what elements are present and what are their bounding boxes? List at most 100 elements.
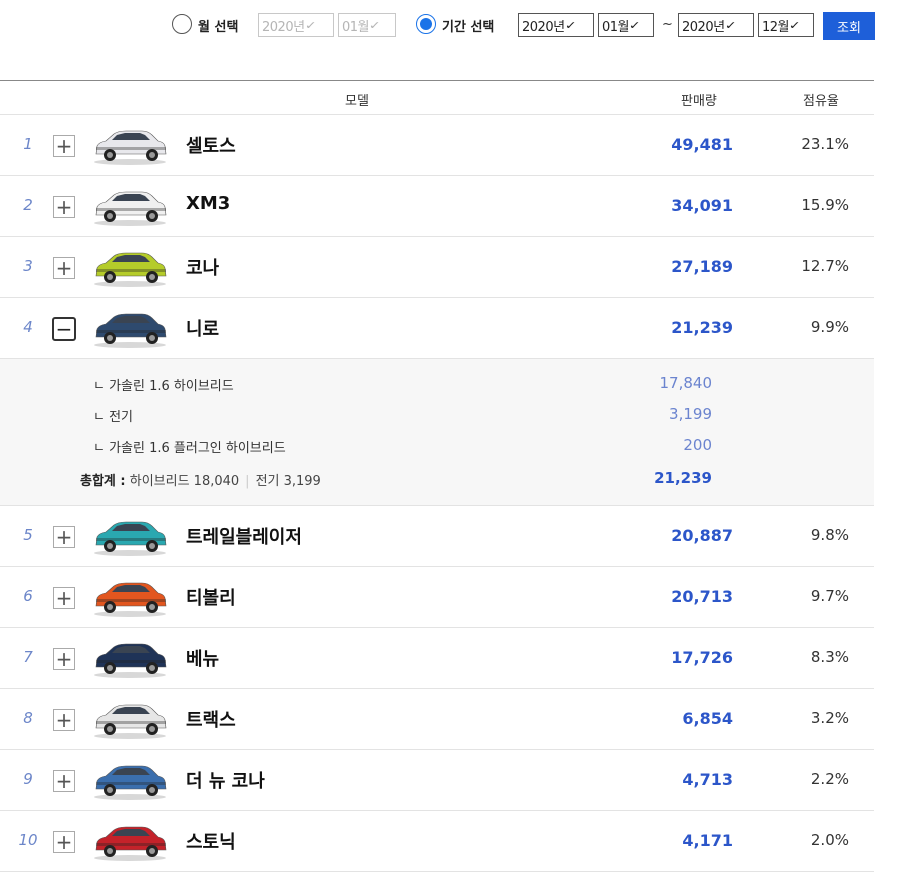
detail-item-value: 17,840 [659, 374, 713, 392]
sales-count: 27,189 [671, 257, 733, 276]
car-thumbnail [90, 821, 170, 861]
month-select-radio[interactable] [172, 14, 192, 34]
table-row: 3 + 코나 27,189 12.7% [0, 237, 874, 298]
model-name[interactable]: 니로 [186, 315, 219, 341]
table-row: 2 + XM3 34,091 15.9% [0, 176, 874, 237]
rank-number: 4 [23, 318, 33, 336]
expand-icon[interactable]: + [53, 526, 75, 548]
period-select-radio[interactable] [416, 14, 436, 34]
table-row: 8 + 트랙스 6,854 3.2% [0, 689, 874, 750]
sales-count: 34,091 [671, 196, 733, 215]
from-year-select[interactable]: 2020년 ✓ [518, 13, 594, 37]
rank-number: 8 [23, 709, 33, 727]
car-thumbnail [90, 247, 170, 287]
table-row: 5 + 트레일블레이저 20,887 9.8% [0, 506, 874, 567]
month-year-select[interactable]: 2020년 ✓ [258, 13, 334, 37]
sales-count: 20,887 [671, 526, 733, 545]
market-share: 9.7% [810, 587, 849, 605]
table-body: 1 + 셀토스 49,481 23.1% 2 + XM3 34,091 15.9% 3 + 코나 27,1… [0, 115, 874, 872]
summary-hybrid: 하이브리드 18,040 [129, 474, 240, 489]
from-month-select[interactable]: 01월 ✓ [598, 13, 654, 37]
rank-number: 6 [23, 587, 33, 605]
rank-number: 10 [18, 831, 38, 849]
from-year-value: 2020년 [522, 19, 565, 35]
market-share: 9.9% [810, 318, 849, 336]
rank-number: 5 [23, 526, 33, 544]
car-thumbnail [90, 516, 170, 556]
model-name[interactable]: 코나 [186, 254, 219, 280]
expand-icon[interactable]: + [53, 648, 75, 670]
table-row: 4 − 니로 21,239 9.9% [0, 298, 874, 359]
expand-icon[interactable]: + [53, 196, 75, 218]
rank-number: 2 [23, 196, 33, 214]
sales-count: 4,171 [682, 831, 733, 850]
month-month-select[interactable]: 01월 ✓ [338, 13, 396, 37]
sales-count: 49,481 [671, 135, 733, 154]
summary-label: 총합계 : [80, 474, 126, 489]
detail-item-value: 200 [683, 436, 712, 454]
collapse-icon[interactable]: − [52, 317, 76, 341]
expand-icon[interactable]: + [53, 587, 75, 609]
period-select-label: 기간 선택 [442, 20, 495, 35]
search-button[interactable]: 조회 [823, 12, 875, 40]
header-sales: 판매량 [681, 94, 717, 109]
chevron-down-icon: ✓ [564, 18, 576, 32]
table-row: 9 + 더 뉴 코나 4,713 2.2% [0, 750, 874, 811]
to-year-value: 2020년 [682, 19, 725, 35]
rank-number: 1 [23, 135, 33, 153]
chevron-down-icon: ✓ [724, 18, 736, 32]
to-year-select[interactable]: 2020년 ✓ [678, 13, 754, 37]
market-share: 3.2% [810, 709, 849, 727]
expand-icon[interactable]: + [53, 257, 75, 279]
model-name[interactable]: 트랙스 [186, 706, 236, 732]
market-share: 15.9% [801, 196, 849, 214]
from-month-value: 01월 [602, 19, 630, 35]
car-thumbnail [90, 186, 170, 226]
expand-icon[interactable]: + [53, 135, 75, 157]
summary-separator: | [245, 474, 250, 489]
header-model: 모델 [345, 94, 369, 109]
sales-count: 4,713 [682, 770, 733, 789]
market-share: 8.3% [810, 648, 849, 666]
sales-count: 6,854 [682, 709, 733, 728]
market-share: 2.2% [810, 770, 849, 788]
model-name[interactable]: 베뉴 [186, 645, 219, 671]
sales-count: 20,713 [671, 587, 733, 606]
row-detail-panel: ㄴ 가솔린 1.6 하이브리드 17,840 ㄴ 전기 3,199 ㄴ 가솔린 1.6 … [0, 359, 874, 506]
expand-icon[interactable]: + [53, 709, 75, 731]
detail-summary: 총합계 : 하이브리드 18,040 | 전기 3,199 [80, 470, 321, 489]
model-name[interactable]: 셀토스 [186, 132, 236, 158]
detail-item-label: ㄴ 전기 [93, 410, 134, 425]
sales-ranking-table: 모델 판매량 점유율 1 + 셀토스 49,481 23.1% 2 + XM3 34,091 15… [0, 80, 874, 872]
chevron-down-icon: ✓ [368, 18, 381, 32]
car-thumbnail [90, 699, 170, 739]
summary-ev: 전기 3,199 [255, 474, 321, 489]
market-share: 23.1% [801, 135, 849, 153]
expand-icon[interactable]: + [53, 831, 75, 853]
header-share: 점유율 [803, 94, 839, 109]
rank-number: 9 [23, 770, 33, 788]
detail-item-label: ㄴ 가솔린 1.6 하이브리드 [93, 379, 234, 394]
table-row: 1 + 셀토스 49,481 23.1% [0, 115, 874, 176]
rank-number: 7 [23, 648, 33, 666]
chevron-down-icon: ✓ [304, 18, 316, 32]
detail-item-value: 3,199 [669, 405, 712, 423]
market-share: 12.7% [801, 257, 849, 275]
model-name[interactable]: 티볼리 [186, 584, 236, 610]
range-separator: ~ [662, 17, 673, 32]
model-name[interactable]: 더 뉴 코나 [186, 767, 265, 793]
model-name[interactable]: 트레일블레이저 [186, 523, 302, 549]
chevron-down-icon: ✓ [788, 18, 801, 32]
table-row: 6 + 티볼리 20,713 9.7% [0, 567, 874, 628]
month-month-value: 01월 [342, 19, 370, 35]
chevron-down-icon: ✓ [628, 18, 641, 32]
model-name[interactable]: 스토닉 [186, 828, 236, 854]
model-name[interactable]: XM3 [186, 193, 230, 214]
rank-number: 3 [23, 257, 33, 275]
sales-count: 21,239 [671, 318, 733, 337]
table-row: 7 + 베뉴 17,726 8.3% [0, 628, 874, 689]
table-row: 10 + 스토닉 4,171 2.0% [0, 811, 874, 872]
expand-icon[interactable]: + [53, 770, 75, 792]
filter-bar: 월 선택 2020년 ✓ 01월 ✓ 기간 선택 2020년 ✓ 01월 ✓ ~ 202… [0, 12, 900, 42]
to-month-select[interactable]: 12월 ✓ [758, 13, 814, 37]
